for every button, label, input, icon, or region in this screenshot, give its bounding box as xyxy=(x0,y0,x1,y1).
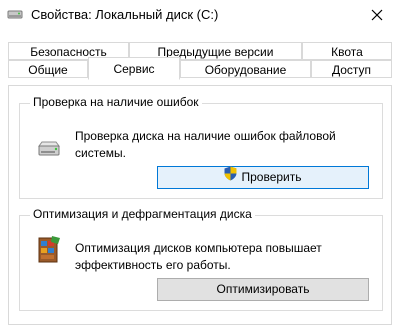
drive-icon xyxy=(7,7,23,21)
tab-hardware[interactable]: Оборудование xyxy=(180,60,311,78)
title-bar: Свойства: Локальный диск (C:) xyxy=(0,0,400,30)
error-check-legend: Проверка на наличие ошибок xyxy=(30,95,202,109)
close-button[interactable] xyxy=(354,0,400,30)
optimize-description: Оптимизация дисков компьютера повышает э… xyxy=(75,241,322,272)
window-title: Свойства: Локальный диск (C:) xyxy=(31,7,219,22)
tab-sharing[interactable]: Доступ xyxy=(311,60,392,78)
uac-shield-icon xyxy=(224,166,237,188)
close-icon xyxy=(371,9,383,21)
error-check-group: Проверка на наличие ошибок Проверка диск… xyxy=(19,95,383,199)
optimize-group: Оптимизация и дефрагментация диска Оптим… xyxy=(19,207,383,311)
optimize-button[interactable]: Оптимизировать xyxy=(157,278,369,301)
tab-strip: Безопасность Предыдущие версии Квота Общ… xyxy=(0,42,400,82)
tab-service[interactable]: Сервис xyxy=(88,57,180,80)
error-check-description: Проверка диска на наличие ошибок файлово… xyxy=(75,129,336,160)
tab-quota[interactable]: Квота xyxy=(302,42,392,60)
drive-icon xyxy=(37,141,61,160)
defrag-icon xyxy=(36,235,62,268)
tab-general[interactable]: Общие xyxy=(8,60,88,78)
optimize-legend: Оптимизация и дефрагментация диска xyxy=(30,207,255,221)
check-button[interactable]: Проверить xyxy=(157,166,369,189)
tab-panel-service: Проверка на наличие ошибок Проверка диск… xyxy=(8,85,392,325)
